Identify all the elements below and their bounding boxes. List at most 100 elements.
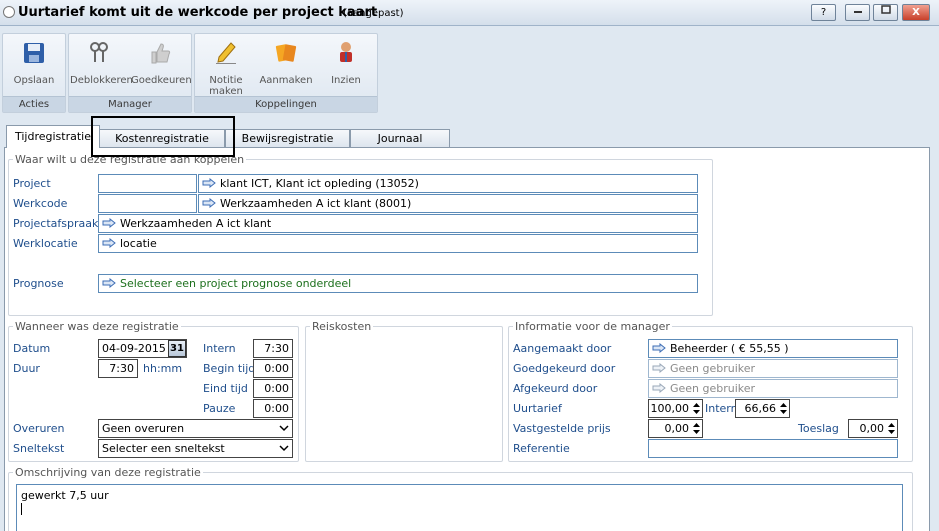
thumbs-up-icon	[151, 43, 171, 64]
arrow-right-icon	[652, 383, 666, 393]
aanmaken-label: Aanmaken	[259, 75, 313, 86]
uurtarief-label: Uurtarief	[513, 402, 562, 415]
overuren-select[interactable]: Geen overuren	[98, 419, 293, 438]
person-icon	[340, 42, 352, 62]
project-select[interactable]: klant ICT, Klant ict opleding (13052)	[198, 174, 698, 193]
uurtarief-value: 100,00	[650, 402, 690, 415]
arrow-right-icon	[102, 238, 116, 248]
spinner-icon[interactable]	[692, 421, 701, 436]
arrow-right-icon	[202, 198, 216, 208]
intern-tarief-value: 66,66	[744, 402, 777, 415]
manager-legend: Informatie voor de manager	[515, 320, 670, 333]
afgekeurd-value: Geen gebruiker	[670, 382, 756, 395]
arrow-right-icon	[652, 343, 666, 353]
datum-value: 04-09-2015	[102, 342, 166, 355]
omschrijving-legend: Omschrijving van deze registratie	[15, 466, 201, 479]
toeslag-input[interactable]: 0,00	[848, 419, 898, 438]
spinner-icon[interactable]	[692, 401, 701, 416]
vastgestelde-prijs-label: Vastgestelde prijs	[513, 422, 611, 435]
vastgestelde-prijs-value: 0,00	[664, 422, 690, 435]
arrow-right-icon	[652, 363, 666, 373]
maximize-button[interactable]	[873, 4, 898, 21]
help-button[interactable]: ?	[811, 4, 836, 21]
werklocatie-value: locatie	[120, 237, 157, 250]
spinner-icon[interactable]	[887, 421, 896, 436]
aangemaakt-select[interactable]: Beheerder ( € 55,55 )	[648, 339, 898, 358]
group-label-manager: Manager	[69, 96, 191, 112]
tab-kostenregistratie[interactable]: Kostenregistratie	[99, 129, 225, 147]
werkcode-code-input[interactable]	[98, 194, 197, 213]
notitie-label: Notitie maken	[209, 75, 243, 97]
referentie-input[interactable]	[648, 439, 898, 458]
group-label-acties: Acties	[3, 96, 65, 112]
projectafspraak-select[interactable]: Werkzaamheden A ict klant	[98, 214, 698, 233]
datum-label: Datum	[13, 342, 51, 355]
begin-tijd-label: Begin tijd	[203, 362, 256, 375]
project-label: Project	[13, 177, 51, 190]
vastgestelde-prijs-input[interactable]: 0,00	[648, 419, 703, 438]
toeslag-value: 0,00	[859, 422, 885, 435]
minimize-button[interactable]	[845, 4, 870, 21]
pauze-input[interactable]: 0:00	[253, 399, 293, 418]
intern-tarief-input[interactable]: 66,66	[735, 399, 790, 418]
chevron-down-icon	[279, 425, 289, 432]
eind-tijd-label: Eind tijd	[203, 382, 248, 395]
projectafspraak-value: Werkzaamheden A ict klant	[120, 217, 272, 230]
eind-tijd-input[interactable]: 0:00	[253, 379, 293, 398]
pencil-icon	[216, 42, 236, 64]
project-code-input[interactable]	[98, 174, 197, 193]
afgekeurd-select[interactable]: Geen gebruiker	[648, 379, 898, 398]
intern-tarief-label: Intern	[705, 402, 738, 415]
project-value: klant ICT, Klant ict opleding (13052)	[220, 177, 419, 190]
overuren-value: Geen overuren	[102, 422, 185, 435]
deblokkeren-button[interactable]: Deblokkeren	[70, 40, 133, 86]
begin-tijd-input[interactable]: 0:00	[253, 359, 293, 378]
sneltekst-value: Selecter een sneltekst	[102, 442, 225, 455]
uurtarief-input[interactable]: 100,00	[648, 399, 703, 418]
spinner-icon[interactable]	[779, 401, 788, 416]
goedgekeurd-label: Goedgekeurd door	[513, 362, 616, 375]
toeslag-label: Toeslag	[798, 422, 839, 435]
arrow-right-icon	[202, 178, 216, 188]
inzien-label: Inzien	[331, 75, 361, 86]
prognose-label: Prognose	[13, 277, 64, 290]
sneltekst-label: Sneltekst	[13, 442, 65, 455]
overuren-label: Overuren	[13, 422, 65, 435]
deblokkeren-label: Deblokkeren	[70, 75, 133, 86]
tab-tijdregistratie[interactable]: Tijdregistratie	[6, 125, 100, 148]
duur-label: Duur	[13, 362, 40, 375]
intern-tijd-input[interactable]: 7:30	[253, 339, 293, 358]
omschrijving-textarea[interactable]: gewerkt 7,5 uur	[16, 484, 903, 531]
aangemaakt-label: Aangemaakt door	[513, 342, 612, 355]
close-button[interactable]: X	[902, 4, 930, 21]
text-cursor	[21, 503, 22, 515]
calendar-icon[interactable]: 31	[168, 340, 186, 357]
werklocatie-label: Werklocatie	[13, 237, 78, 250]
restore-icon	[880, 5, 891, 14]
intern-tijd-label: Intern	[203, 342, 236, 355]
arrow-right-icon	[102, 278, 116, 288]
tab-journaal[interactable]: Journaal	[350, 129, 450, 147]
wanneer-legend: Wanneer was deze registratie	[15, 320, 179, 333]
aangemaakt-value: Beheerder ( € 55,55 )	[670, 342, 789, 355]
chevron-down-icon	[279, 445, 289, 452]
aanmaken-button[interactable]: Aanmaken	[259, 40, 313, 86]
werklocatie-select[interactable]: locatie	[98, 234, 698, 253]
duur-input[interactable]: 7:30	[98, 359, 138, 378]
opslaan-button[interactable]: Opslaan	[10, 40, 58, 86]
projectafspraak-label: Projectafspraak	[13, 217, 99, 230]
prognose-select[interactable]: Selecteer een project prognose onderdeel	[98, 274, 698, 293]
werkcode-select[interactable]: Werkzaamheden A ict klant (8001)	[198, 194, 698, 213]
goedkeuren-button[interactable]: Goedkeuren	[131, 40, 192, 86]
prognose-value: Selecteer een project prognose onderdeel	[120, 277, 352, 290]
goedgekeurd-select[interactable]: Geen gebruiker	[648, 359, 898, 378]
opslaan-label: Opslaan	[13, 75, 55, 86]
notitie-button[interactable]: Notitie maken	[195, 40, 257, 97]
tab-bewijsregistratie[interactable]: Bewijsregistratie	[225, 129, 350, 147]
window-title: Uurtarief komt uit de werkcode per proje…	[18, 5, 378, 20]
reiskosten-legend: Reiskosten	[312, 320, 372, 333]
inzien-button[interactable]: Inzien	[325, 40, 367, 86]
sneltekst-select[interactable]: Selecter een sneltekst	[98, 439, 293, 458]
group-label-koppelingen: Koppelingen	[195, 96, 377, 112]
save-icon	[24, 43, 44, 63]
